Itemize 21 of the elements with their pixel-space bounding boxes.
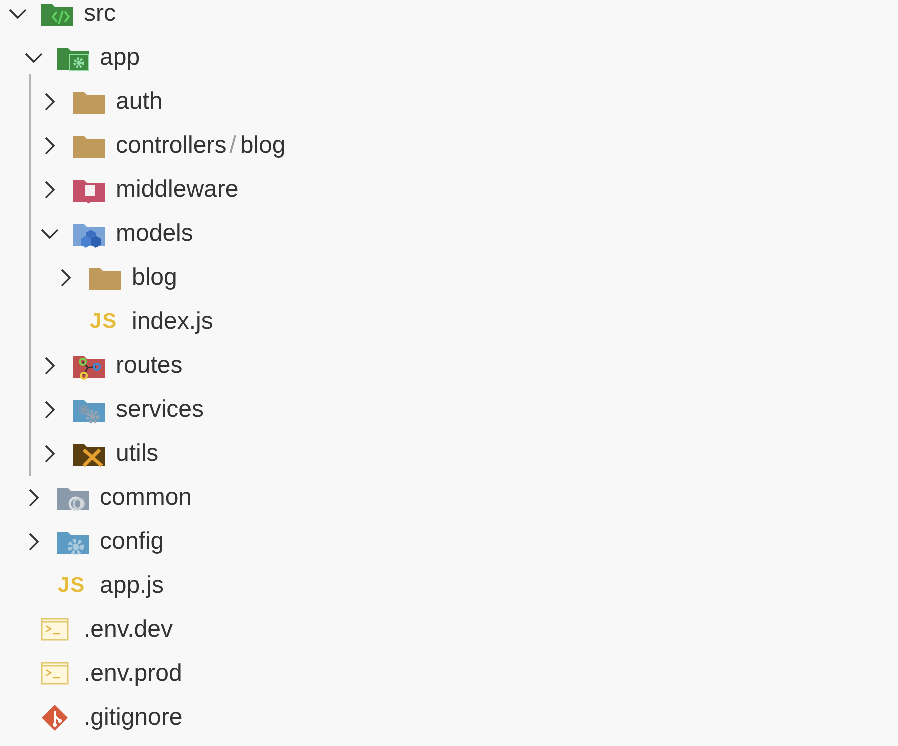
tree-item-label[interactable]: .env.dev (84, 616, 173, 644)
tree-item-label[interactable]: blog (132, 264, 178, 292)
tree-item-label[interactable]: controllers (116, 132, 227, 159)
tree-item-label[interactable]: index.js (132, 308, 214, 336)
tree-item-label[interactable]: src (84, 0, 116, 28)
js-file-icon: JS (90, 310, 118, 334)
path-separator: / (230, 132, 236, 159)
tree-item-label[interactable]: auth (116, 88, 163, 116)
tree-item-label[interactable]: common (100, 484, 192, 512)
js-file-icon: JS (58, 574, 86, 598)
tree-item-label[interactable]: blog (240, 132, 286, 159)
tree-item-label[interactable]: utils (116, 440, 159, 468)
tree-item-label[interactable]: config (100, 528, 164, 556)
tree-item-label[interactable]: models (116, 220, 194, 248)
tree-item-label[interactable]: services (116, 396, 204, 424)
tree-item-label[interactable]: routes (116, 352, 183, 380)
tree-item-label[interactable]: .env.prod (84, 660, 182, 688)
tree-item-label[interactable]: app (100, 44, 140, 72)
tree-item-label[interactable]: middleware (116, 176, 239, 204)
tree-item-label[interactable]: app.js (100, 572, 164, 600)
tree-item-label[interactable]: .gitignore (84, 704, 183, 732)
